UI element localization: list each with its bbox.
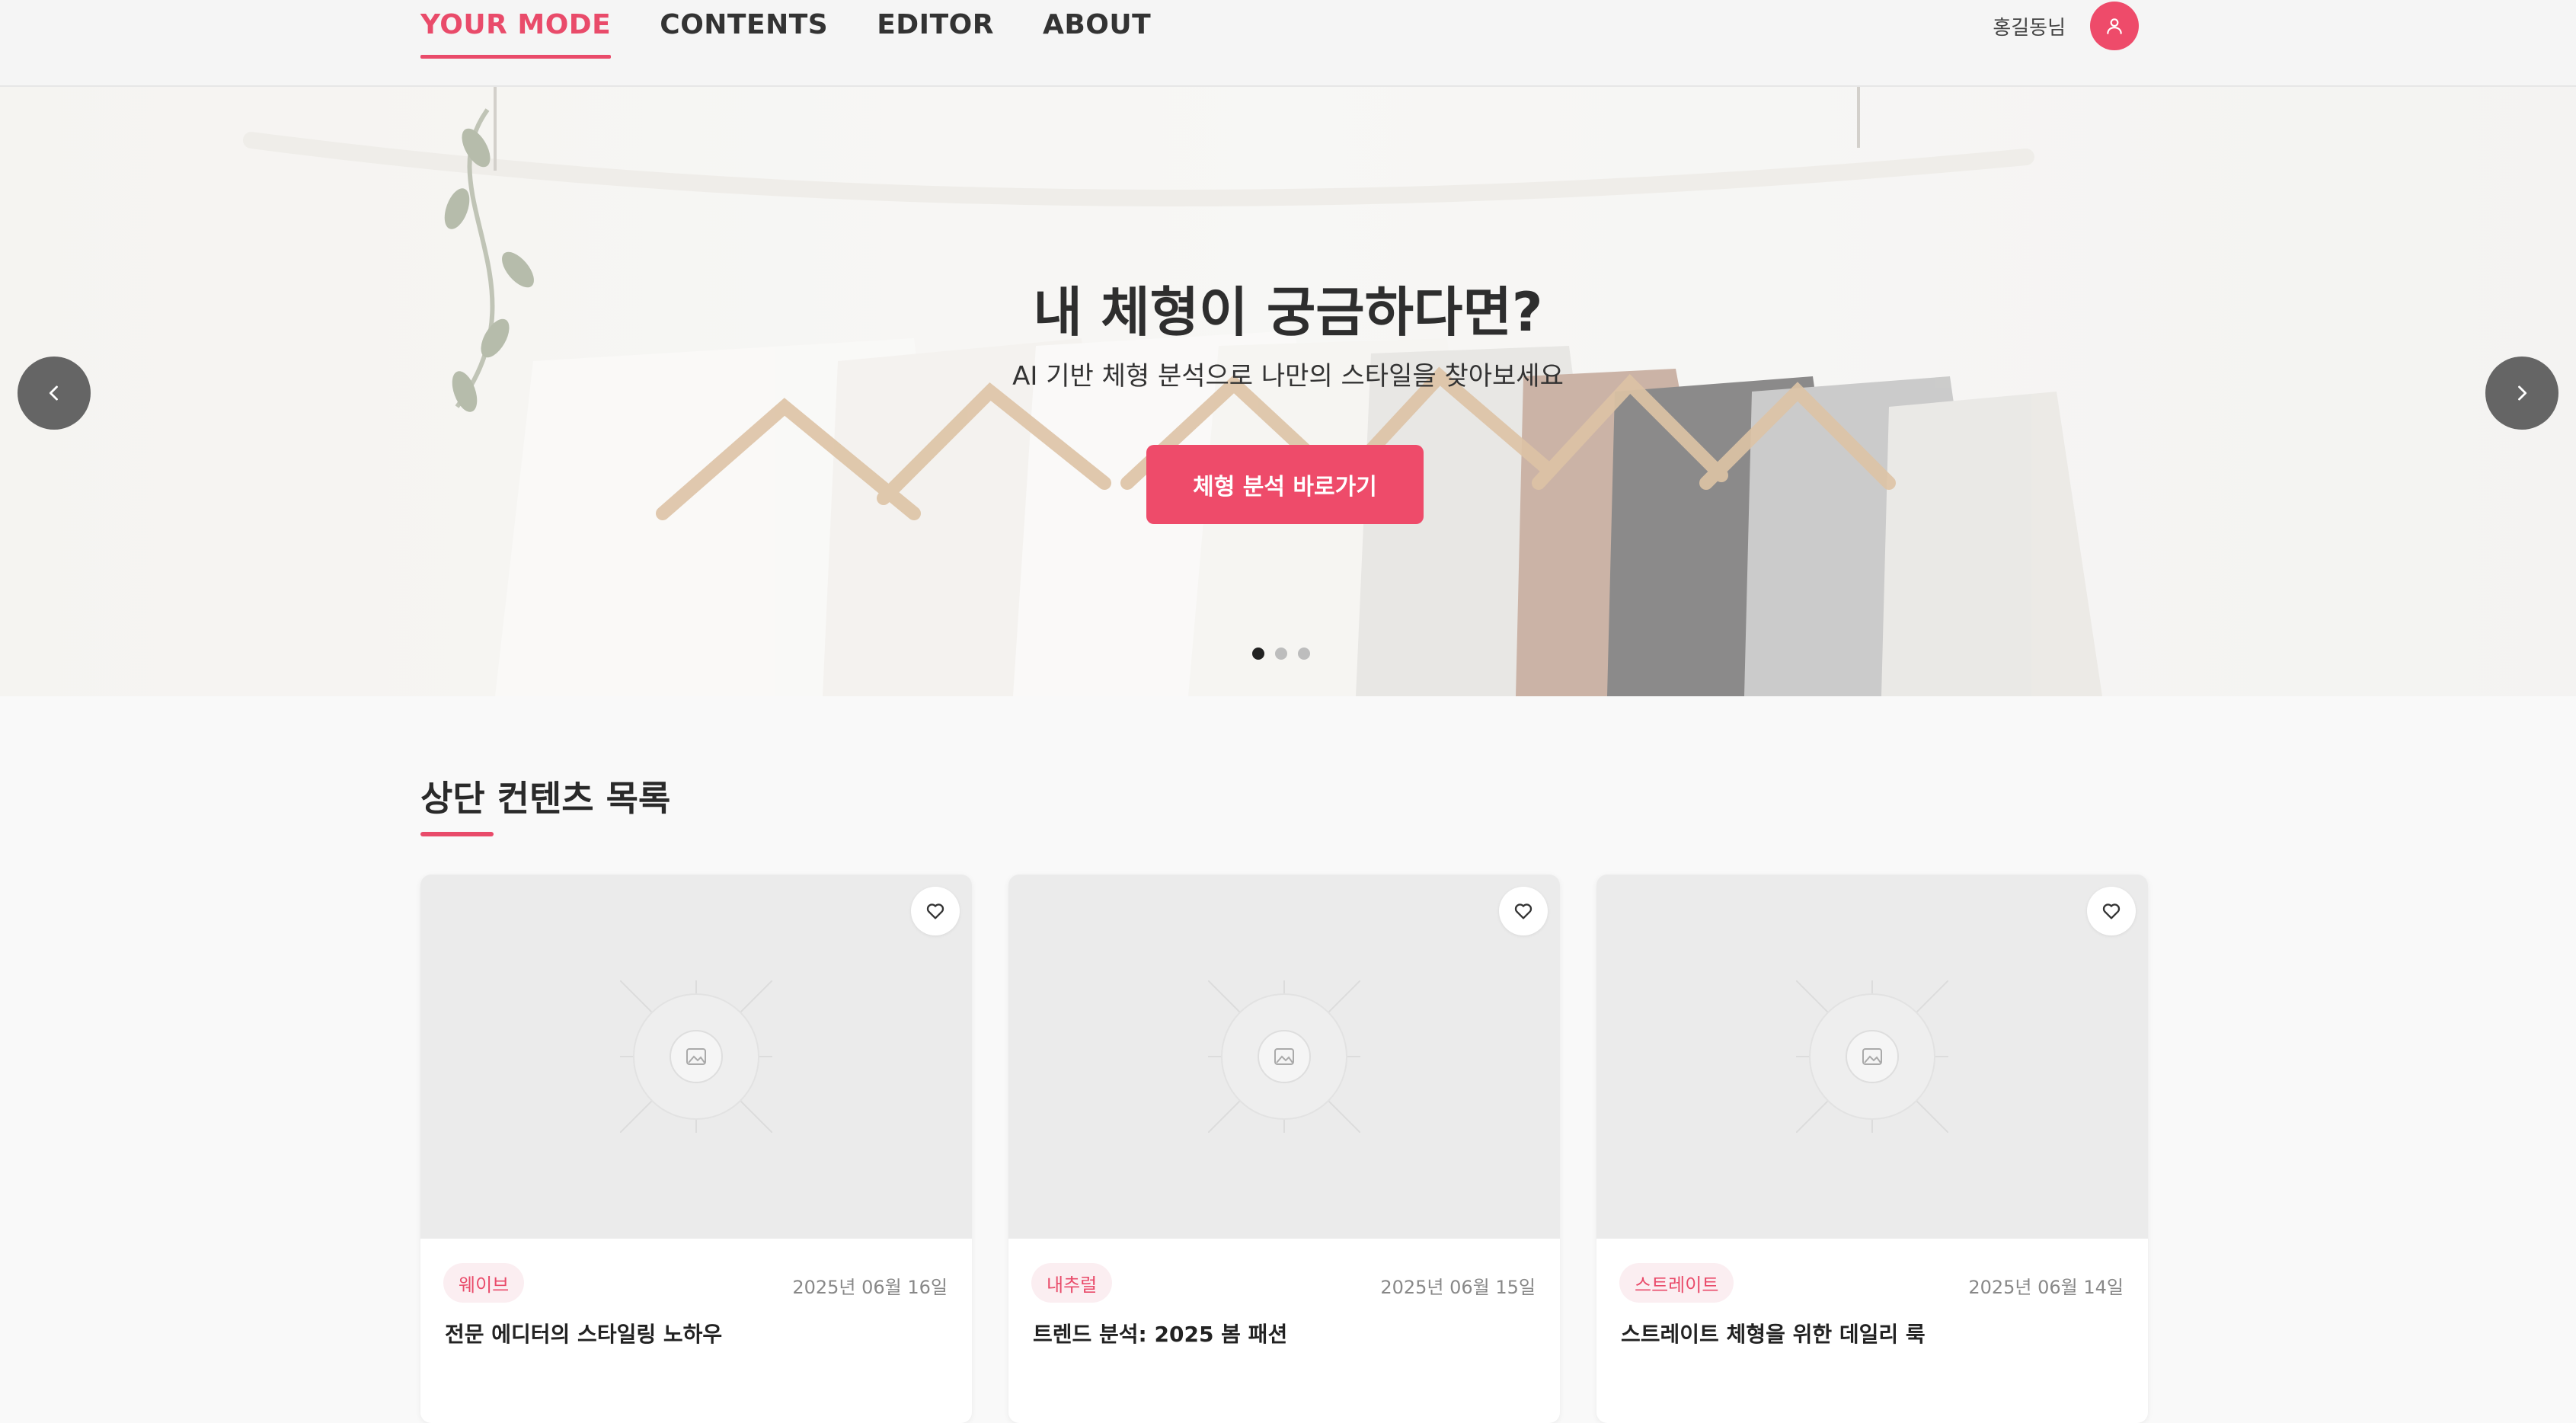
next-slide-button[interactable]	[2485, 357, 2558, 430]
prev-slide-button[interactable]	[18, 357, 91, 430]
slide-dot-2[interactable]	[1275, 648, 1287, 660]
image-placeholder-icon	[620, 980, 772, 1133]
nav-contents[interactable]: CONTENTS	[660, 0, 828, 61]
heart-icon	[2102, 903, 2121, 919]
content-card-list: 웨이브 2025년 06월 16일 전문 에디터의 스타일링 노하우 내추럴 2…	[420, 875, 2148, 1423]
card-image-placeholder	[420, 875, 972, 1239]
body-type-tag: 웨이브	[443, 1263, 525, 1303]
main-nav: YOUR MODE CONTENTS EDITOR ABOUT	[420, 0, 1151, 61]
card-title[interactable]: 트렌드 분석: 2025 봄 패션	[1033, 1318, 1287, 1348]
avatar-button[interactable]	[2090, 2, 2139, 50]
hero-subtitle: AI 기반 체형 분석으로 나만의 스타일을 찾아보세요	[1012, 361, 1564, 392]
heart-icon	[926, 903, 944, 919]
card-date: 2025년 06월 15일	[1380, 1277, 1536, 1298]
nav-editor[interactable]: EDITOR	[877, 0, 994, 61]
card-date: 2025년 06월 14일	[1968, 1277, 2124, 1298]
image-placeholder-icon	[1208, 980, 1360, 1133]
like-button[interactable]	[1499, 887, 1548, 935]
slide-indicators	[1252, 648, 1310, 660]
section-title: 상단 컨텐츠 목록	[420, 778, 671, 819]
chevron-left-icon	[49, 385, 58, 401]
nav-about[interactable]: ABOUT	[1043, 0, 1151, 61]
body-type-tag: 내추럴	[1031, 1263, 1113, 1303]
body-analysis-button[interactable]: 체형 분석 바로가기	[1146, 445, 1424, 524]
body-type-tag: 스트레이트	[1619, 1263, 1734, 1303]
nav-your-mode[interactable]: YOUR MODE	[420, 0, 612, 61]
content-card[interactable]: 웨이브 2025년 06월 16일 전문 에디터의 스타일링 노하우	[420, 875, 972, 1423]
like-button[interactable]	[2087, 887, 2136, 935]
content-card[interactable]: 내추럴 2025년 06월 15일 트렌드 분석: 2025 봄 패션	[1008, 875, 1560, 1423]
user-name[interactable]: 홍길동님	[1993, 12, 2066, 40]
card-title[interactable]: 스트레이트 체형을 위한 데일리 룩	[1621, 1318, 1926, 1348]
chevron-right-icon	[2518, 385, 2527, 401]
slide-dot-1[interactable]	[1252, 648, 1264, 660]
section-underline	[420, 832, 494, 836]
heart-icon	[1514, 903, 1532, 919]
top-header: YOUR MODE CONTENTS EDITOR ABOUT 홍길동님	[0, 0, 2576, 87]
card-image-placeholder	[1008, 875, 1560, 1239]
like-button[interactable]	[911, 887, 960, 935]
card-title[interactable]: 전문 에디터의 스타일링 노하우	[445, 1318, 722, 1348]
user-area: 홍길동님	[1993, 2, 2139, 50]
content-card[interactable]: 스트레이트 2025년 06월 14일 스트레이트 체형을 위한 데일리 룩	[1596, 875, 2148, 1423]
image-placeholder-icon	[1796, 980, 1948, 1133]
slide-dot-3[interactable]	[1298, 648, 1310, 660]
card-date: 2025년 06월 16일	[792, 1277, 948, 1298]
user-icon	[2107, 18, 2122, 34]
card-image-placeholder	[1596, 875, 2148, 1239]
hero-title: 내 체형이 궁금하다면?	[1033, 281, 1543, 344]
hero-banner: 내 체형이 궁금하다면? AI 기반 체형 분석으로 나만의 스타일을 찾아보세…	[0, 87, 2576, 696]
